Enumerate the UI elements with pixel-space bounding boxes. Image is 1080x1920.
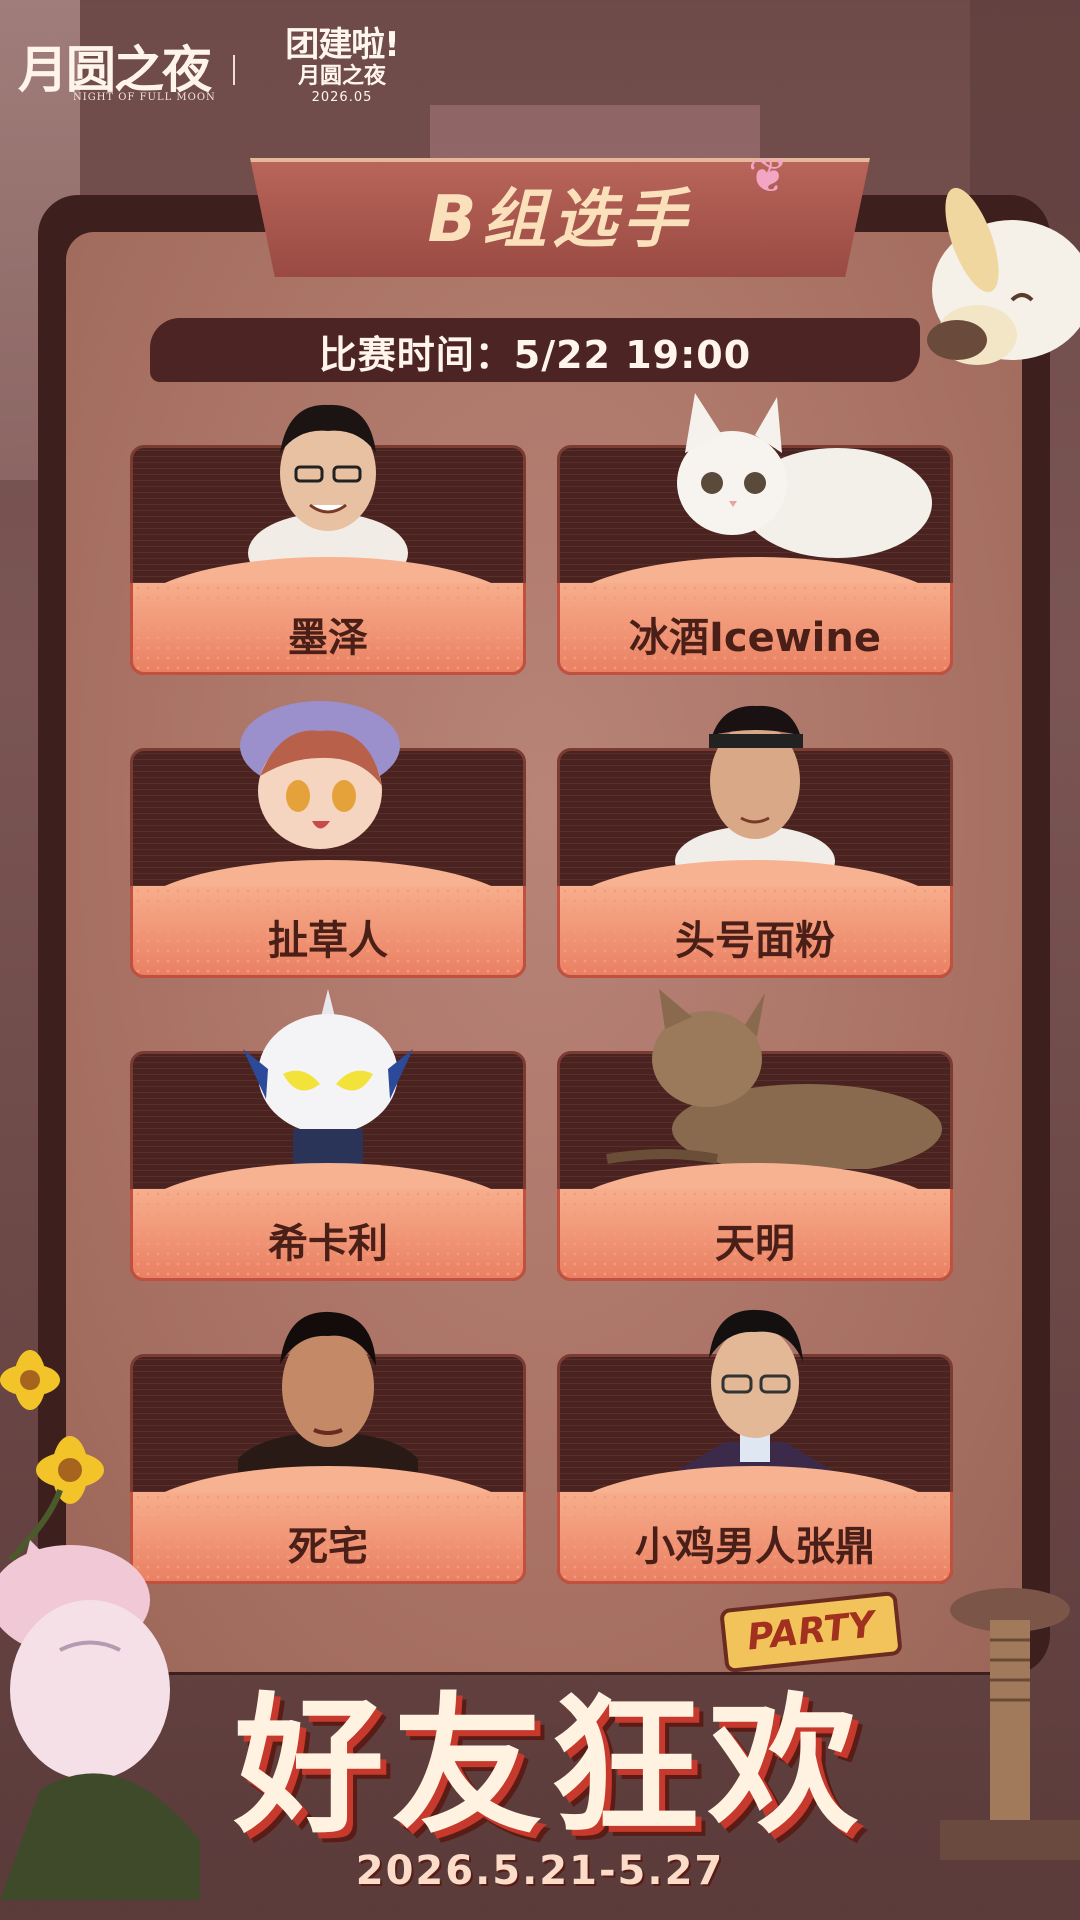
player-name: 扯草人 bbox=[268, 918, 388, 964]
player-avatar-icon bbox=[606, 989, 942, 1169]
game-logo-subtitle: NIGHT OF FULL MOON bbox=[73, 92, 216, 103]
player-name: 天明 bbox=[715, 1221, 795, 1267]
logo-separator bbox=[233, 55, 235, 85]
player-card: 希卡利 bbox=[130, 989, 526, 1281]
player-name: 墨泽 bbox=[288, 615, 368, 661]
player-avatar-icon bbox=[240, 701, 400, 849]
game-logo: 月圆之夜 NIGHT OF FULL MOON bbox=[18, 30, 218, 110]
cat-mascot-icon bbox=[0, 1540, 200, 1900]
event-dates: 2026.5.21-5.27 bbox=[355, 1848, 725, 1894]
player-avatar-icon bbox=[677, 393, 932, 558]
player-card: 扯草人 bbox=[130, 701, 526, 978]
cat-mascot-icon bbox=[927, 187, 1080, 365]
player-card: 小鸡男人张鼎 bbox=[557, 1309, 953, 1584]
player-avatar-icon bbox=[248, 404, 408, 563]
player-card: 头号面粉 bbox=[557, 705, 953, 978]
player-card: 墨泽 bbox=[130, 404, 526, 675]
player-avatar-icon bbox=[675, 1309, 835, 1472]
player-name: 冰酒Icewine bbox=[629, 615, 881, 661]
event-title: 好友狂欢 bbox=[233, 1680, 866, 1854]
player-avatar-icon bbox=[238, 1311, 418, 1472]
event-logo-date: 2026.05 bbox=[311, 90, 373, 105]
player-name: 希卡利 bbox=[268, 1221, 388, 1267]
event-logo-line1: 团建啦! bbox=[285, 25, 400, 65]
player-avatar-icon bbox=[675, 705, 835, 866]
player-card: 天明 bbox=[557, 989, 953, 1281]
player-name: 小鸡男人张鼎 bbox=[635, 1524, 875, 1570]
flower-icon bbox=[0, 1350, 104, 1560]
player-avatar-icon bbox=[243, 989, 413, 1169]
event-logo-line2: 月圆之夜 bbox=[297, 64, 386, 89]
cat-tree-icon bbox=[940, 1588, 1080, 1860]
match-time: 比赛时间：5/22 19:00 bbox=[318, 333, 752, 377]
butterfly-icon: ❦ bbox=[748, 148, 789, 204]
player-name: 头号面粉 bbox=[675, 918, 835, 964]
player-card: 冰酒Icewine bbox=[557, 393, 953, 675]
event-logo: 团建啦! 月圆之夜 2026.05 bbox=[262, 26, 422, 116]
